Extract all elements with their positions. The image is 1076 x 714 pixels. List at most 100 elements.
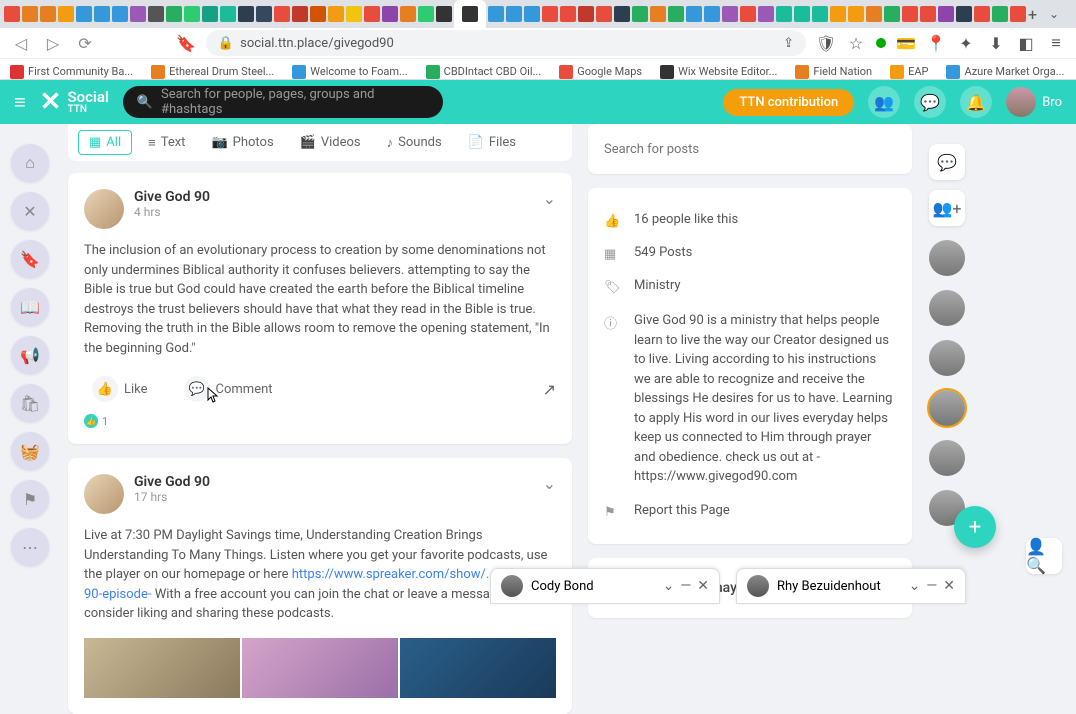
bookmark-item[interactable]: Wix Website Editor...: [660, 65, 777, 79]
contact-avatar[interactable]: [929, 440, 965, 476]
post-author-name[interactable]: Give God 90: [134, 474, 210, 490]
browser-tab[interactable]: [596, 6, 612, 22]
filter-text[interactable]: ≡Text: [138, 130, 195, 155]
chat-minimize-icon[interactable]: —: [926, 578, 937, 594]
browser-tab[interactable]: [974, 6, 990, 22]
post-author-avatar[interactable]: [84, 189, 124, 229]
filter-all[interactable]: ▦All: [78, 130, 132, 155]
browser-tab[interactable]: [560, 6, 576, 22]
browser-tab[interactable]: [920, 6, 936, 22]
browser-tab[interactable]: [220, 6, 236, 22]
browser-tab[interactable]: [614, 6, 630, 22]
global-search[interactable]: 🔍 Search for people, pages, groups and #…: [123, 86, 443, 118]
post-image[interactable]: [400, 638, 556, 698]
add-contact-icon[interactable]: 👥+: [929, 190, 965, 226]
browser-tab[interactable]: [506, 6, 522, 22]
browser-tab[interactable]: [130, 6, 146, 22]
comment-button[interactable]: 💬 Comment: [176, 372, 281, 406]
browser-tab[interactable]: [848, 6, 864, 22]
user-menu[interactable]: Bro: [1006, 87, 1062, 117]
browser-tab[interactable]: [632, 6, 648, 22]
nav-more-icon[interactable]: ⋯: [11, 528, 49, 566]
browser-tab[interactable]: [902, 6, 918, 22]
new-tab-button[interactable]: +: [1028, 5, 1037, 24]
chat-panel-icon[interactable]: 💬: [929, 144, 965, 180]
browser-tab[interactable]: [148, 6, 164, 22]
nav-products-icon[interactable]: 🛍: [11, 384, 49, 422]
browser-tab[interactable]: [112, 6, 128, 22]
browser-tab[interactable]: [436, 6, 452, 22]
browser-tab[interactable]: [166, 6, 182, 22]
post-image[interactable]: [242, 638, 398, 698]
browser-tab[interactable]: [704, 6, 720, 22]
browser-tab[interactable]: [328, 6, 344, 22]
browser-tab[interactable]: [884, 6, 900, 22]
compose-fab[interactable]: +: [954, 506, 996, 548]
browser-tab[interactable]: [668, 6, 684, 22]
browser-tab[interactable]: [578, 6, 594, 22]
browser-tab[interactable]: [794, 6, 810, 22]
browser-tab[interactable]: [1010, 6, 1026, 22]
filter-videos[interactable]: 🎬Videos: [290, 130, 371, 155]
filter-sounds[interactable]: ♪Sounds: [377, 130, 452, 155]
contact-avatar[interactable]: [929, 240, 965, 276]
post-image-strip[interactable]: [84, 638, 556, 698]
browser-tab[interactable]: [382, 6, 398, 22]
notifications-icon[interactable]: 🔔: [960, 86, 992, 118]
bookmark-item[interactable]: Google Maps: [559, 65, 642, 79]
nav-explore-icon[interactable]: ✕: [11, 192, 49, 230]
address-bar[interactable]: 🔒 social.ttn.place/givegod90 ⇪: [206, 30, 806, 56]
browser-tab[interactable]: [400, 6, 416, 22]
filter-photos[interactable]: 📷Photos: [201, 130, 283, 155]
extensions-icon[interactable]: ✦: [956, 33, 976, 53]
pin-icon[interactable]: 📍: [926, 33, 946, 53]
hamburger-icon[interactable]: ≡: [14, 90, 26, 115]
contact-avatar[interactable]: [929, 340, 965, 376]
contacts-search-icon[interactable]: 👤🔍: [1026, 538, 1062, 574]
browser-menu-icon[interactable]: ≡: [1046, 33, 1066, 53]
post-menu-chevron-icon[interactable]: ⌄: [543, 189, 556, 208]
wallet-icon[interactable]: 💳: [896, 33, 916, 53]
chat-dock[interactable]: Cody Bond ⌄ — ✕: [490, 568, 720, 604]
likes-row[interactable]: 👍16 people like this: [604, 204, 896, 237]
friend-requests-icon[interactable]: 👥: [868, 86, 900, 118]
browser-tab[interactable]: [238, 6, 254, 22]
browser-tab[interactable]: [4, 6, 20, 22]
browser-tab[interactable]: [488, 6, 504, 22]
ttn-contribution-button[interactable]: TTN contribution: [723, 89, 854, 116]
browser-tab[interactable]: [58, 6, 74, 22]
chat-expand-icon[interactable]: ⌄: [909, 578, 921, 594]
browser-tab[interactable]: [202, 6, 218, 22]
browser-tab[interactable]: [22, 6, 38, 22]
browser-tab[interactable]: [722, 6, 738, 22]
post-author-avatar[interactable]: [84, 474, 124, 514]
browser-tab[interactable]: [76, 6, 92, 22]
browser-tab[interactable]: [686, 6, 702, 22]
star-icon[interactable]: ☆: [846, 33, 866, 53]
nav-reload[interactable]: ⟳: [74, 32, 96, 54]
post-author-name[interactable]: Give God 90: [134, 189, 210, 205]
like-button[interactable]: 👍 Like: [84, 372, 156, 406]
browser-tab[interactable]: [992, 6, 1008, 22]
browser-tab[interactable]: [418, 6, 434, 22]
chat-dock[interactable]: Rhy Bezuidenhout ⌄ — ✕: [736, 568, 966, 604]
share-url-icon[interactable]: ⇪: [783, 36, 794, 51]
browser-tab[interactable]: [812, 6, 828, 22]
browser-tab[interactable]: [184, 6, 200, 22]
bookmark-item[interactable]: CBDIntact CBD Oil...: [426, 65, 542, 79]
browser-tab[interactable]: [650, 6, 666, 22]
browser-tab[interactable]: [524, 6, 540, 22]
post-menu-chevron-icon[interactable]: ⌄: [543, 474, 556, 493]
messages-icon[interactable]: 💬: [914, 86, 946, 118]
window-chevron[interactable]: ⌄: [1039, 2, 1069, 26]
chat-minimize-icon[interactable]: —: [680, 578, 691, 594]
shield-icon[interactable]: 🛡: [816, 33, 836, 53]
browser-tab[interactable]: [274, 6, 290, 22]
chat-expand-icon[interactable]: ⌄: [663, 578, 675, 594]
bookmark-item[interactable]: Welcome to Foam...: [292, 65, 407, 79]
nav-home-icon[interactable]: ⌂: [11, 144, 49, 182]
chat-close-icon[interactable]: ✕: [943, 578, 955, 594]
browser-tab[interactable]: [310, 6, 326, 22]
browser-tab[interactable]: [956, 6, 972, 22]
search-posts-input[interactable]: [604, 132, 896, 166]
